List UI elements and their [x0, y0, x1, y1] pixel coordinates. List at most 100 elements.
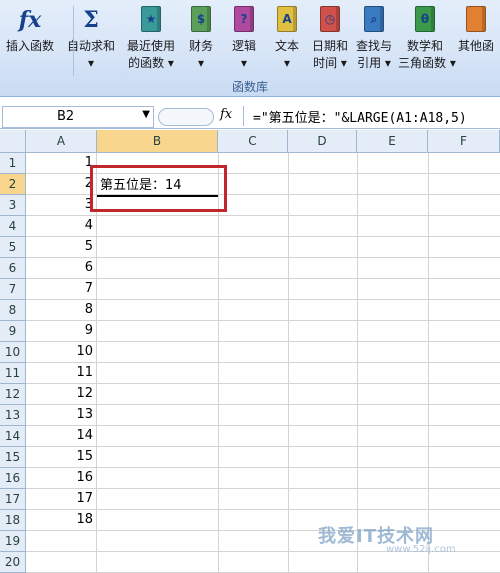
row-header-14[interactable]: 14 [0, 426, 26, 447]
cell-a9[interactable]: 9 [26, 321, 97, 342]
cell-a18[interactable]: 18 [26, 510, 97, 531]
row-header-19[interactable]: 19 [0, 531, 26, 552]
financial-button[interactable]: $ 财务 ▾ [182, 2, 220, 78]
formula-input[interactable]: ="第五位是："&LARGE(A1:A18,5) [253, 107, 467, 126]
gridline [218, 321, 219, 342]
row-header-12[interactable]: 12 [0, 384, 26, 405]
gridline [357, 552, 358, 573]
cell-a4[interactable]: 4 [26, 216, 97, 237]
cell-a3[interactable]: 3 [26, 195, 97, 216]
cell-a2[interactable]: 2 [26, 174, 97, 195]
gridline [357, 342, 358, 363]
recent-button[interactable]: ★ 最近使用 的函数 ▾ [122, 2, 180, 78]
cell-a16[interactable]: 16 [26, 468, 97, 489]
more-book-icon [463, 6, 489, 34]
column-headers: ABCDEF [0, 130, 500, 153]
autosum-label: 自动求和 [66, 39, 115, 53]
table-row: 20 [0, 552, 500, 573]
text-book-icon: A [274, 6, 300, 34]
cell-a13[interactable]: 13 [26, 405, 97, 426]
row-header-13[interactable]: 13 [0, 405, 26, 426]
math-label: 数学和 [406, 39, 443, 53]
row-header-9[interactable]: 9 [0, 321, 26, 342]
cell-a15[interactable]: 15 [26, 447, 97, 468]
column-header-c[interactable]: C [218, 130, 288, 152]
text-button[interactable]: A 文本 ▾ [268, 2, 306, 78]
cell-a5[interactable]: 5 [26, 237, 97, 258]
table-row: 99 [0, 321, 500, 342]
gridline [428, 363, 429, 384]
cell-a10[interactable]: 10 [26, 342, 97, 363]
cell-a11[interactable]: 11 [26, 363, 97, 384]
gridline [357, 447, 358, 468]
math-button[interactable]: θ 数学和 三角函数 ▾ [398, 2, 456, 78]
chevron-down-icon[interactable]: ▼ [142, 109, 150, 120]
gridline [288, 258, 289, 279]
cell-a14[interactable]: 14 [26, 426, 97, 447]
lookup-button[interactable]: ⌕ 查找与 引用 ▾ [352, 2, 396, 78]
financial-label: 财务 [188, 39, 213, 53]
row-header-17[interactable]: 17 [0, 489, 26, 510]
math-label-2: 三角函数 ▾ [398, 56, 456, 70]
cell-a17[interactable]: 17 [26, 489, 97, 510]
cell-a7[interactable]: 7 [26, 279, 97, 300]
gridline [288, 447, 289, 468]
autosum-label-2: ▾ [87, 56, 95, 70]
gridline [218, 279, 219, 300]
row-header-16[interactable]: 16 [0, 468, 26, 489]
row-header-4[interactable]: 4 [0, 216, 26, 237]
more-label: 其他函 [457, 39, 494, 53]
column-header-e[interactable]: E [357, 130, 428, 152]
row-header-1[interactable]: 1 [0, 153, 26, 174]
cell-a1[interactable]: 1 [26, 153, 97, 174]
gridline [357, 363, 358, 384]
row-header-18[interactable]: 18 [0, 510, 26, 531]
select-all-corner[interactable] [0, 130, 26, 152]
gridline [288, 342, 289, 363]
column-header-f[interactable]: F [428, 130, 500, 152]
column-header-b[interactable]: B [97, 130, 218, 152]
gridline [428, 300, 429, 321]
logical-label: 逻辑 [231, 39, 256, 53]
more-button[interactable]: 其他函 [452, 2, 500, 78]
gridline [428, 279, 429, 300]
cell-a6[interactable]: 6 [26, 258, 97, 279]
table-row: 12 12 [0, 384, 500, 405]
lookup-label-2: 引用 ▾ [357, 56, 391, 70]
gridline [428, 447, 429, 468]
row-header-10[interactable]: 10 [0, 342, 26, 363]
row-header-20[interactable]: 20 [0, 552, 26, 573]
cell-a20[interactable] [26, 552, 97, 573]
cell-a19[interactable] [26, 531, 97, 552]
name-box[interactable]: B2 ▼ [2, 106, 154, 128]
row-header-2[interactable]: 2 [0, 174, 26, 195]
gridline [288, 174, 289, 195]
autosum-button[interactable]: Σ 自动求和 ▾ [62, 2, 120, 78]
formula-bar-divider-handle[interactable] [158, 108, 214, 126]
function-library-group-label: 函数库 [231, 80, 268, 94]
sigma-icon: Σ [83, 7, 99, 33]
gridline [357, 258, 358, 279]
row-header-8[interactable]: 8 [0, 300, 26, 321]
column-header-d[interactable]: D [288, 130, 357, 152]
gridline [428, 321, 429, 342]
logical-button[interactable]: ? 逻辑 ▾ [222, 2, 266, 78]
datetime-button[interactable]: ◷ 日期和 时间 ▾ [308, 2, 352, 78]
column-header-a[interactable]: A [26, 130, 97, 152]
gridline [428, 405, 429, 426]
row-header-5[interactable]: 5 [0, 237, 26, 258]
row-header-11[interactable]: 11 [0, 363, 26, 384]
insert-function-fx-icon[interactable]: fx [220, 107, 232, 122]
recent-book-icon: ★ [138, 6, 164, 34]
insert-function-button[interactable]: fx 插入函数 [0, 2, 60, 78]
cell-a12[interactable]: 12 [26, 384, 97, 405]
gridline [288, 384, 289, 405]
row-header-3[interactable]: 3 [0, 195, 26, 216]
row-header-15[interactable]: 15 [0, 447, 26, 468]
datetime-label-2: 时间 ▾ [313, 56, 347, 70]
row-header-6[interactable]: 6 [0, 258, 26, 279]
cell-a8[interactable]: 8 [26, 300, 97, 321]
gridline [428, 489, 429, 510]
table-row: 10 10 [0, 342, 500, 363]
row-header-7[interactable]: 7 [0, 279, 26, 300]
